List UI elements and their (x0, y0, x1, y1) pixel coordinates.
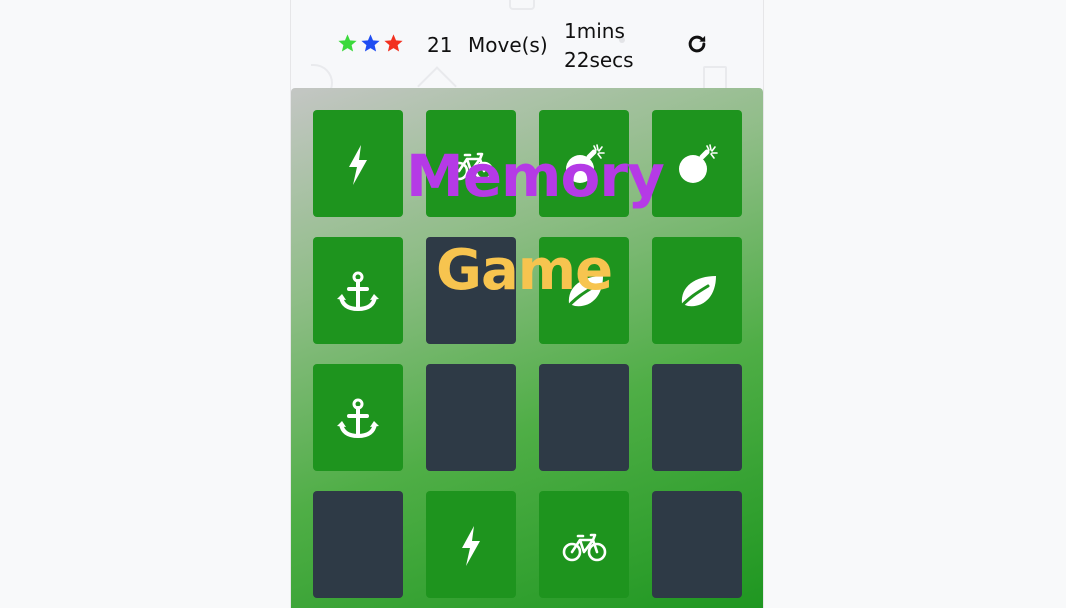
star-icon (384, 34, 403, 52)
card-3[interactable] (539, 110, 629, 217)
leaf-icon (563, 275, 603, 311)
bicycle-icon (449, 152, 494, 180)
anchor-icon (337, 398, 379, 438)
score-panel: 21 Move(s) 1mins 22secs (291, 0, 763, 88)
bolt-icon (462, 525, 480, 566)
card-6[interactable] (426, 237, 516, 344)
bomb-icon (679, 143, 718, 183)
star-rating (337, 33, 404, 54)
anchor-icon (337, 271, 379, 311)
bicycle-icon (562, 533, 607, 561)
card-2[interactable] (426, 110, 516, 217)
moves-label: Move(s) (468, 33, 548, 57)
card-5[interactable] (313, 237, 403, 344)
card-10[interactable] (426, 364, 516, 471)
bomb-icon (566, 143, 605, 183)
bolt-icon (349, 144, 367, 185)
card-7[interactable] (539, 237, 629, 344)
card-deck: Memory Game (291, 88, 763, 608)
card-1[interactable] (313, 110, 403, 217)
leaf-icon (676, 275, 716, 311)
card-16[interactable] (652, 491, 742, 598)
moves-count: 21 (427, 33, 453, 57)
refresh-icon[interactable] (686, 33, 708, 55)
card-8[interactable] (652, 237, 742, 344)
card-13[interactable] (313, 491, 403, 598)
restart-button[interactable] (686, 33, 708, 55)
star-icon (338, 34, 357, 52)
game-container: 21 Move(s) 1mins 22secs Memory Game (290, 0, 764, 608)
timer: 1mins 22secs (564, 17, 654, 75)
card-9[interactable] (313, 364, 403, 471)
card-14[interactable] (426, 491, 516, 598)
card-15[interactable] (539, 491, 629, 598)
card-12[interactable] (652, 364, 742, 471)
card-4[interactable] (652, 110, 742, 217)
star-icon (361, 34, 380, 52)
timer-seconds: 22secs (564, 48, 634, 72)
timer-minutes: 1mins (564, 19, 625, 43)
card-11[interactable] (539, 364, 629, 471)
